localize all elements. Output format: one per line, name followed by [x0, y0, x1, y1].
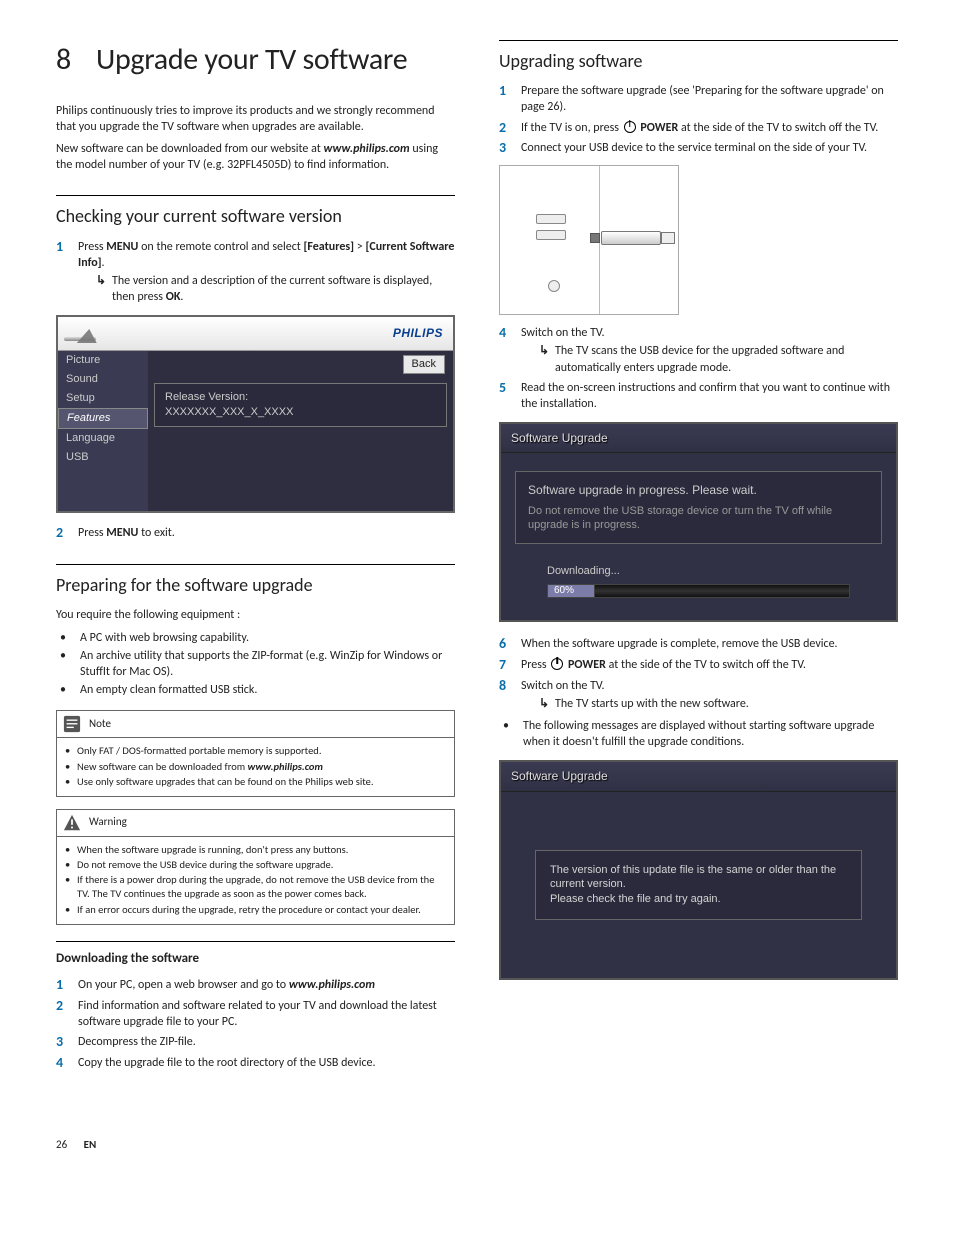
osd-menu-item: Setup [58, 389, 148, 408]
osd-info-box: Release Version: XXXXXXX_XXX_X_XXXX [154, 383, 447, 427]
chapter-title-text: Upgrade your TV software [96, 41, 407, 78]
step-number: 3 [56, 1034, 78, 1051]
step-number: 2 [56, 998, 78, 1015]
intro-p1: Philips continuously tries to improve it… [56, 103, 455, 135]
upgrade-box-title: Software Upgrade [501, 762, 896, 791]
step-number: 6 [499, 636, 521, 653]
osd-screenshot: PHILIPS Picture Sound Setup Features Lan… [56, 315, 455, 513]
note-icon [63, 715, 81, 733]
upgrading-steps-a: 1Prepare the software upgrade (see 'Prep… [499, 83, 898, 157]
usb-stick-icon [598, 226, 678, 256]
step-number: 1 [56, 239, 78, 256]
step-number: 4 [56, 1055, 78, 1072]
step-number: 2 [499, 120, 521, 137]
step-number: 7 [499, 657, 521, 674]
downloading-heading: Downloading the software [56, 941, 455, 968]
warning-title: Warning [89, 815, 127, 830]
preparing-heading: Preparing for the software upgrade [56, 564, 455, 597]
preparing-intro: You require the following equipment : [56, 607, 455, 623]
upgrade-progress-box: Software Upgrade Software upgrade in pro… [499, 422, 898, 622]
page-number: 26 [56, 1138, 67, 1151]
upgrade-box-title: Software Upgrade [501, 424, 896, 453]
progress-pct: 60% [547, 584, 595, 598]
osd-back-button: Back [403, 355, 445, 374]
cursor-icon [64, 329, 98, 349]
arrow-icon: ↳ [96, 273, 112, 289]
progress-bar: 60% [547, 584, 850, 598]
power-icon [551, 658, 563, 670]
checking-heading: Checking your current software version [56, 195, 455, 228]
warning-callout: Warning When the software upgrade is run… [56, 809, 455, 925]
osd-menu-item: Language [58, 429, 148, 448]
upgrading-heading: Upgrading software [499, 40, 898, 73]
chapter-number: 8 [56, 40, 96, 81]
warning-icon [63, 814, 81, 832]
step-number: 2 [56, 525, 78, 542]
philips-brand: PHILIPS [393, 325, 443, 341]
arrow-icon: ↳ [539, 343, 555, 359]
checking-steps: 1 Press MENU on the remote control and s… [56, 239, 455, 306]
osd-menu-item: Picture [58, 351, 148, 370]
arrow-icon: ↳ [539, 696, 555, 712]
left-column: 8Upgrade your TV software Philips contin… [56, 40, 455, 1078]
step-number: 1 [56, 977, 78, 994]
chapter-title: 8Upgrade your TV software [56, 40, 455, 81]
step-number: 5 [499, 380, 521, 397]
downloading-steps: 1On your PC, open a web browser and go t… [56, 977, 455, 1072]
note-title: Note [89, 717, 111, 732]
intro-p2: New software can be downloaded from our … [56, 141, 455, 173]
step-number: 8 [499, 678, 521, 695]
osd-menu-item: Sound [58, 370, 148, 389]
right-column: Upgrading software 1Prepare the software… [499, 40, 898, 1078]
post-note: The following messages are displayed wit… [499, 718, 898, 750]
note-callout: Note Only FAT / DOS-formatted portable m… [56, 710, 455, 797]
upgrading-steps-c: 6When the software upgrade is complete, … [499, 636, 898, 712]
page-footer: 26 EN [56, 1138, 898, 1153]
osd-menu-item-active: Features [58, 408, 148, 429]
sub-result: ↳ The version and a description of the c… [78, 273, 455, 305]
osd-menu-item: USB [58, 448, 148, 467]
step-number: 3 [499, 140, 521, 157]
step-number: 1 [499, 83, 521, 100]
osd-menu: Picture Sound Setup Features Language US… [58, 351, 148, 511]
power-icon [624, 121, 636, 133]
sub-result: ↳The TV scans the USB device for the upg… [521, 343, 898, 375]
philips-url: www.philips.com [323, 142, 409, 156]
upgrade-error-box: Software Upgrade The version of this upd… [499, 760, 898, 980]
downloading-label: Downloading... [547, 564, 850, 579]
sub-result: ↳The TV starts up with the new software. [521, 696, 898, 712]
upgrading-steps-b: 4 Switch on the TV. ↳The TV scans the US… [499, 325, 898, 412]
usb-port-illustration [499, 165, 679, 315]
step-number: 4 [499, 325, 521, 342]
checking-steps-2: 2 Press MENU to exit. [56, 525, 455, 542]
preparing-bullets: A PC with web browsing capability. An ar… [56, 630, 455, 699]
page-lang: EN [84, 1138, 97, 1151]
